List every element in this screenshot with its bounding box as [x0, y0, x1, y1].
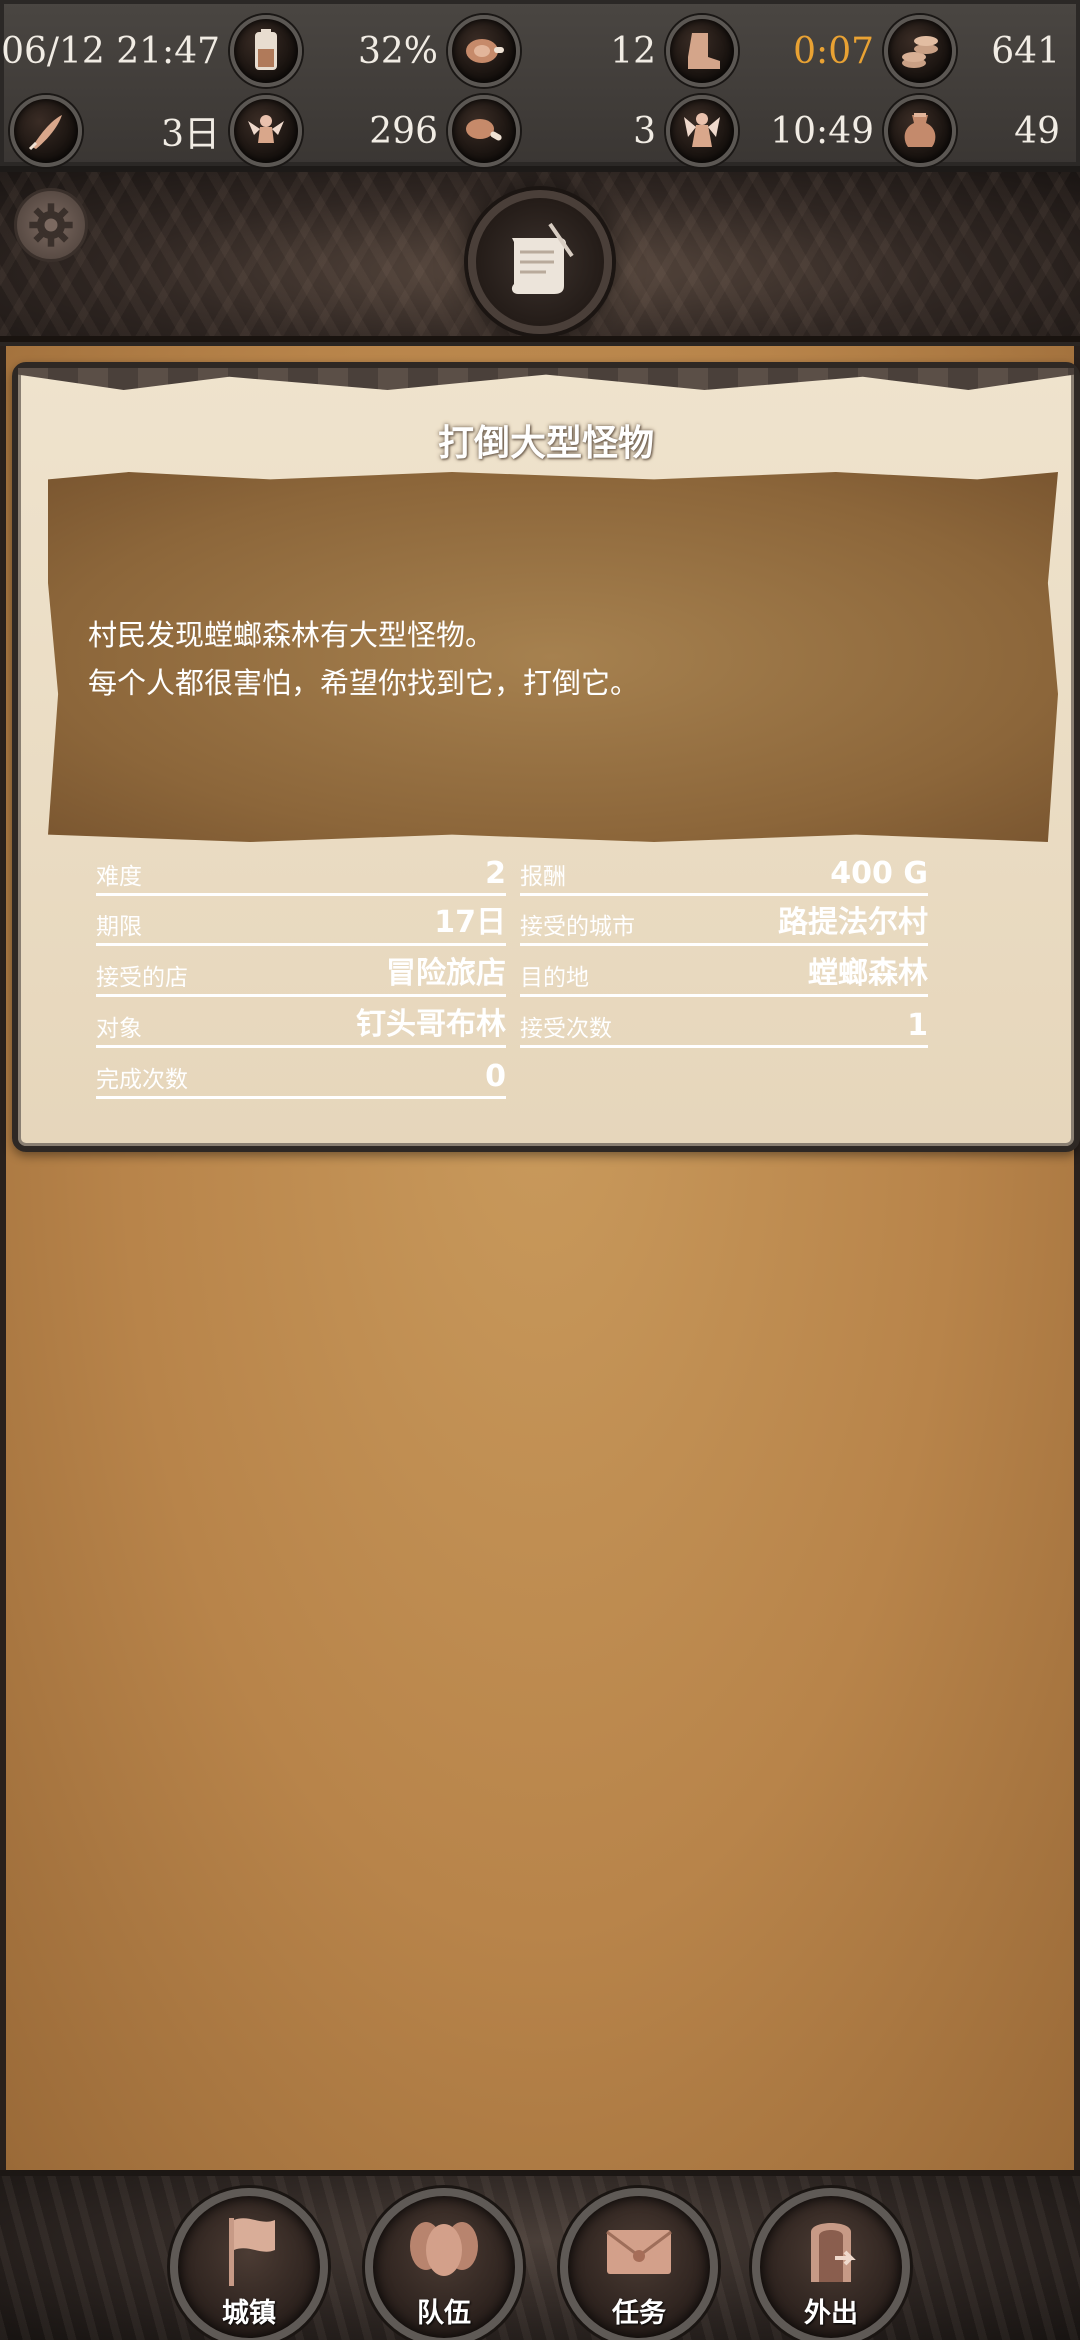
fairy-value-cell: 296 [302, 94, 520, 168]
pot-icon [884, 95, 956, 167]
nav-outing-label: 外出 [804, 2298, 858, 2329]
percent-cell: 32% [302, 14, 520, 88]
bottom-ornament [0, 2176, 1080, 2340]
quest-title: 打倒大型怪物 [437, 423, 654, 464]
coins-cell: 641 [956, 14, 1070, 88]
accepted-city-field: 接受的城市 路提法尔村 [520, 905, 928, 946]
destination-label: 目的地 [520, 965, 589, 991]
meat-bone-icon [448, 95, 520, 167]
nav-party-button[interactable]: 队伍 [365, 2188, 523, 2340]
meat-icon [448, 15, 520, 87]
main-area: 打倒大型怪物 村民发现螳螂森林有大型怪物。 每个人都很害怕，希望你找到它，打倒它… [0, 346, 1080, 2170]
quest-detail-card: 打倒大型怪物 村民发现螳螂森林有大型怪物。 每个人都很害怕，希望你找到它，打倒它… [12, 362, 1080, 1152]
coins-text: 641 [991, 30, 1060, 72]
accepted-shop-label: 接受的店 [96, 965, 188, 991]
quill-icon [10, 95, 82, 167]
timer-cell: 0:07 [738, 14, 956, 88]
meat-count-text: 12 [610, 30, 656, 72]
fairy-icon [230, 95, 302, 167]
quest-description-line-1: 村民发现螳螂森林有大型怪物。 [88, 618, 495, 652]
status-row-1: 06/12 21:47 32% 12 0:07 641 [1, 14, 1070, 88]
battery-icon [230, 15, 302, 87]
nav-quest-button[interactable]: 任务 [560, 2188, 718, 2340]
complete-count-field: 完成次数 0 [96, 1059, 506, 1099]
meat2-cell: 3 [520, 94, 738, 168]
days-text: 3日 [161, 114, 220, 155]
quest-emblem [468, 190, 612, 334]
target-value: 钉头哥布林 [356, 1007, 506, 1042]
difficulty-field: 难度 2 [96, 856, 506, 896]
nav-quest-label: 任务 [612, 2298, 666, 2329]
destination-value: 螳螂森林 [808, 956, 928, 991]
target-label: 对象 [96, 1016, 142, 1042]
quest-description-box: 村民发现螳螂森林有大型怪物。 每个人都很害怕，希望你找到它，打倒它。 [48, 472, 1058, 842]
quest-description-line-2: 每个人都很害怕，希望你找到它，打倒它。 [88, 666, 640, 700]
nav-party-label: 队伍 [417, 2298, 471, 2329]
time2-text: 10:49 [770, 110, 874, 152]
accepted-shop-value: 冒险旅店 [386, 956, 506, 991]
pot-count-text: 49 [1014, 110, 1060, 152]
datetime-text: 06/12 21:47 [1, 30, 220, 72]
fairy-value-text: 296 [369, 110, 438, 152]
deadline-value: 17日 [434, 905, 506, 940]
scroll-icon [511, 222, 574, 294]
nav-town-button[interactable]: 城镇 [170, 2188, 328, 2340]
deadline-field: 期限 17日 [96, 905, 506, 946]
flag-icon [229, 2218, 275, 2286]
status-row-2: 3日 296 3 10:49 49 [10, 94, 1070, 168]
destination-field: 目的地 螳螂森林 [520, 956, 928, 997]
days-cell: 3日 [10, 94, 302, 168]
reward-value: 400 G [830, 856, 928, 891]
settings-button[interactable] [14, 188, 88, 262]
time2-cell: 10:49 [738, 94, 956, 168]
accepted-city-value: 路提法尔村 [778, 905, 928, 940]
gear-icon [29, 203, 73, 247]
meat2-count-text: 3 [633, 110, 656, 152]
door-icon [811, 2223, 856, 2282]
party-icon [410, 2222, 478, 2276]
status-bar: 06/12 21:47 32% 12 0:07 641 3日 296 3 10:… [0, 0, 1080, 172]
accept-count-label: 接受次数 [520, 1016, 612, 1042]
pot-count-cell: 49 [956, 94, 1070, 168]
datetime-cell: 06/12 21:47 [1, 14, 302, 88]
coin-stack-icon [884, 15, 956, 87]
deadline-label: 期限 [96, 914, 142, 940]
accepted-shop-field: 接受的店 冒险旅店 [96, 956, 506, 997]
reward-label: 报酬 [520, 864, 566, 890]
percent-text: 32% [357, 30, 438, 72]
complete-count-value: 0 [485, 1059, 506, 1094]
boot-icon [666, 15, 738, 87]
meat-cell: 12 [520, 14, 738, 88]
reward-field: 报酬 400 G [520, 856, 928, 896]
fairy-companion-icon [666, 95, 738, 167]
accepted-city-label: 接受的城市 [520, 914, 635, 940]
target-field: 对象 钉头哥布林 [96, 1007, 506, 1048]
difficulty-value: 2 [485, 856, 506, 891]
complete-count-label: 完成次数 [96, 1067, 188, 1093]
nav-town-label: 城镇 [222, 2298, 276, 2329]
envelope-icon [606, 2230, 672, 2274]
header-band [0, 172, 1080, 342]
bottom-nav: 城镇 队伍 任务 外出 [0, 2170, 1080, 2340]
difficulty-label: 难度 [96, 864, 142, 890]
accept-count-field: 接受次数 1 [520, 1008, 928, 1048]
accept-count-value: 1 [907, 1008, 928, 1043]
nav-outing-button[interactable]: 外出 [752, 2188, 910, 2340]
timer-orange-text: 0:07 [793, 30, 874, 72]
